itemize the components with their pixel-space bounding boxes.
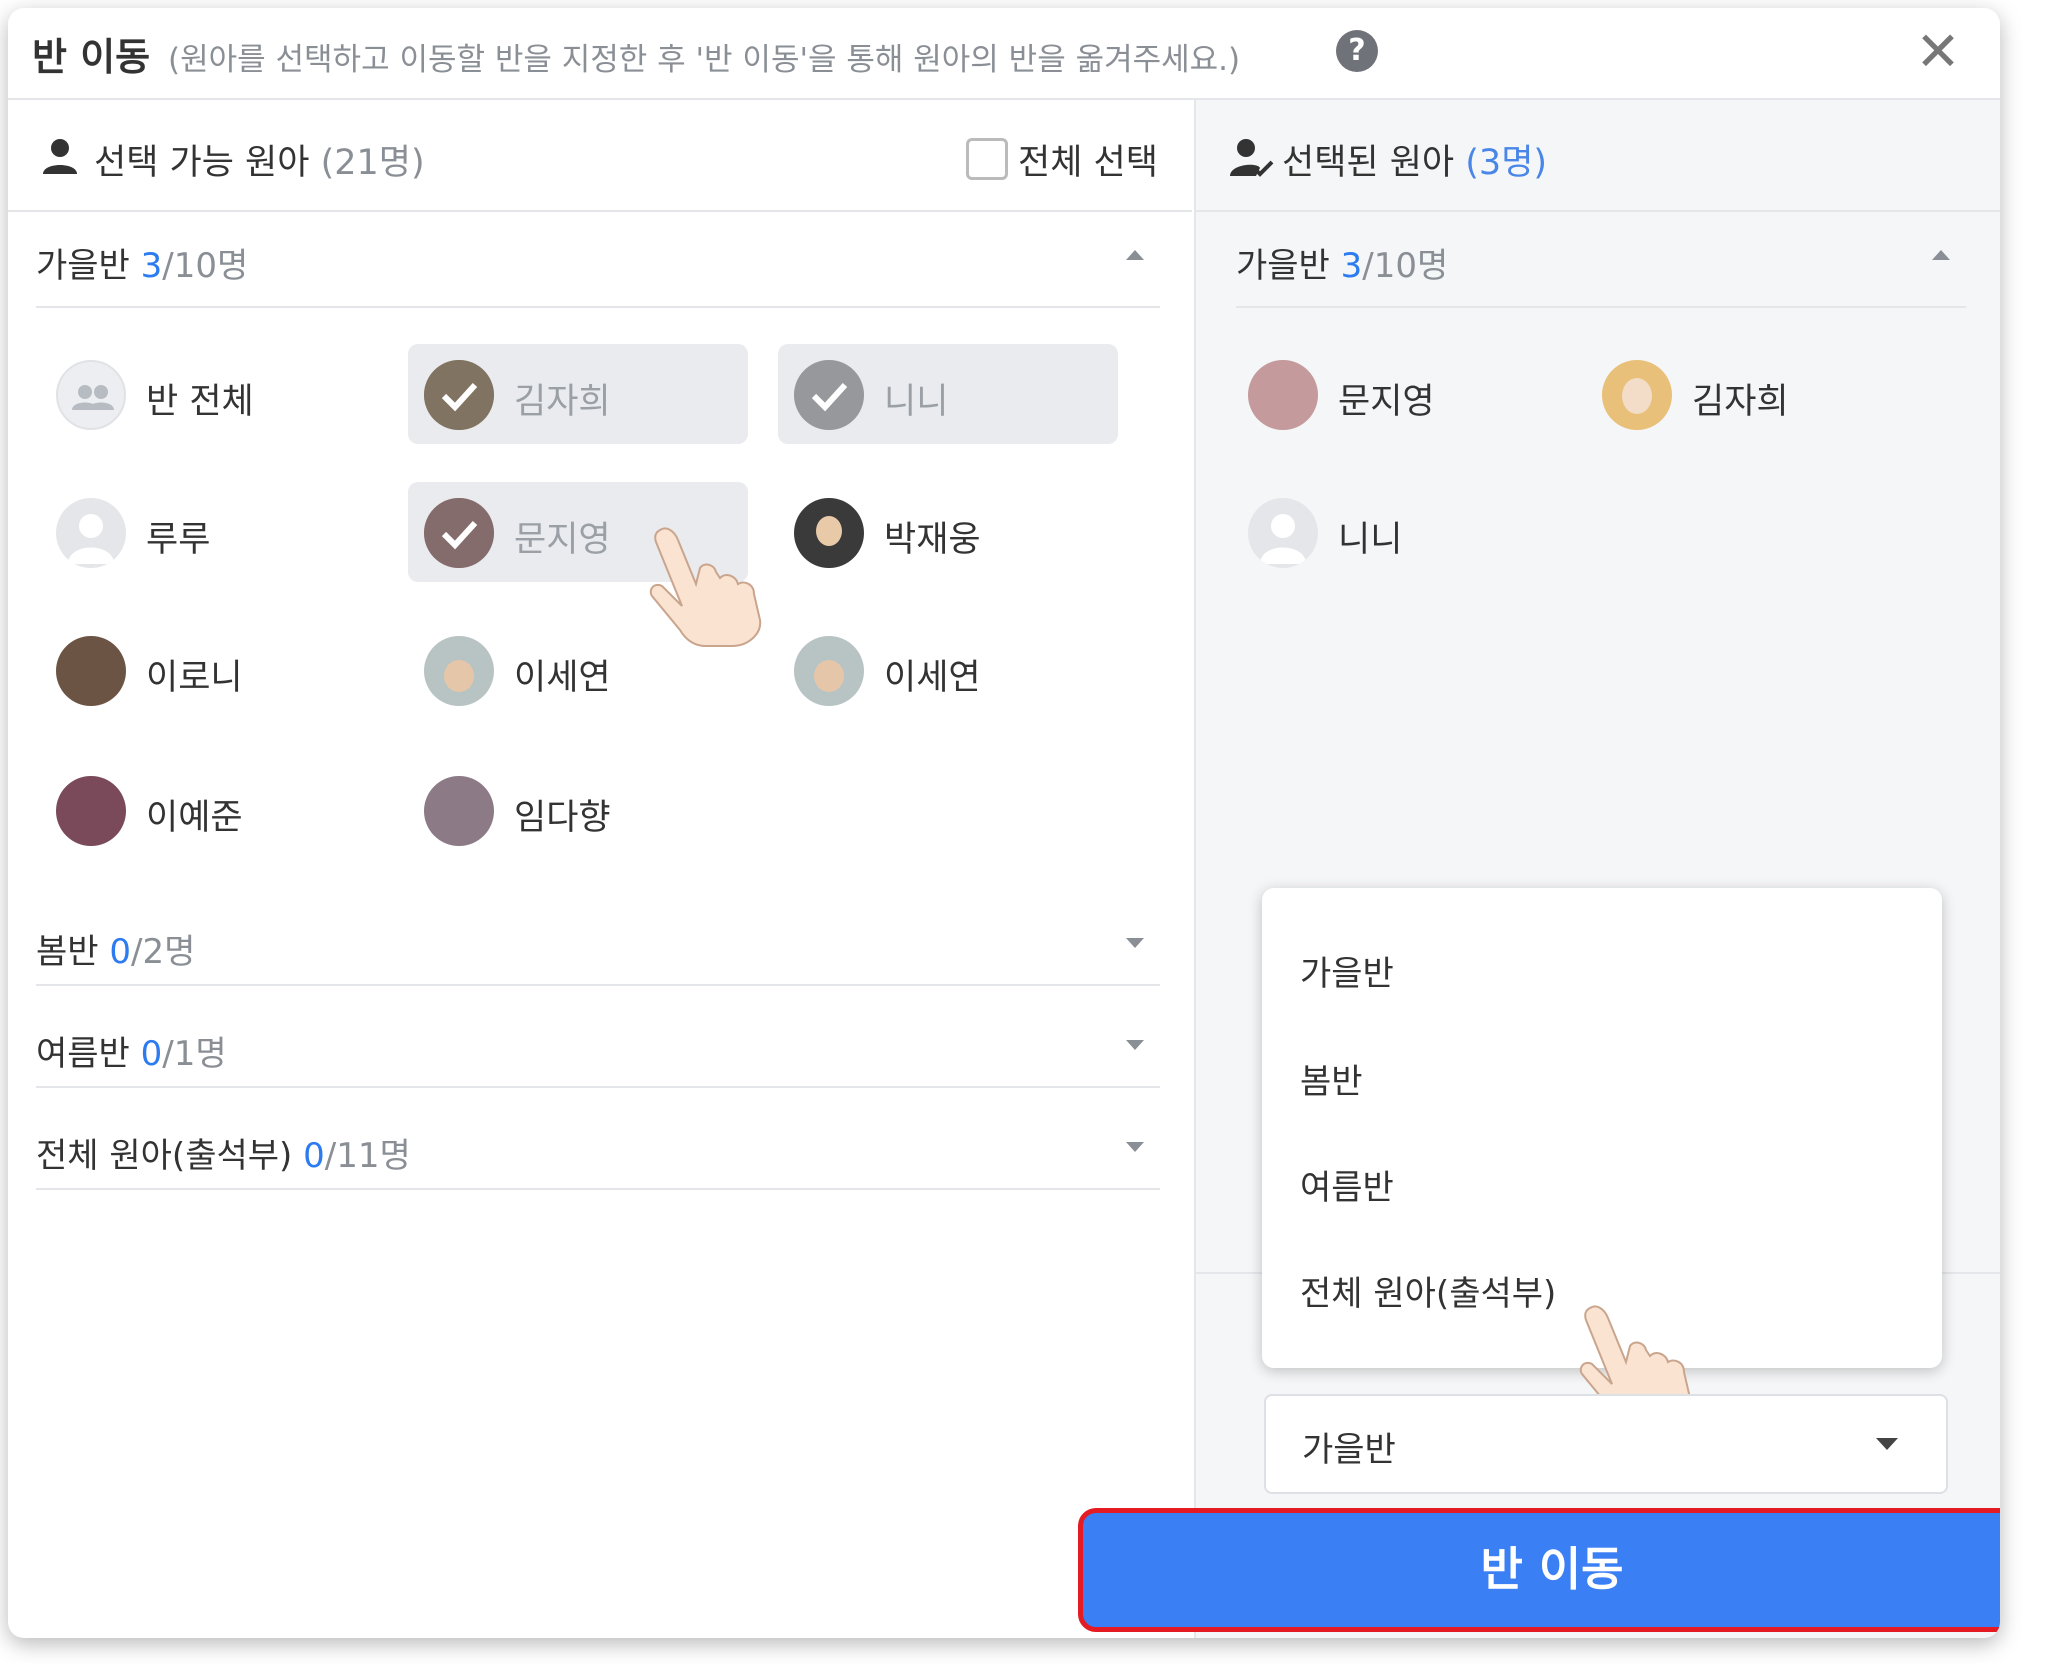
child-chip-selected[interactable]: 김자희 [408, 344, 748, 444]
child-chip-selected[interactable]: 니니 [778, 344, 1118, 444]
dropdown-option[interactable]: 가을반 [1300, 946, 1394, 995]
group-header-all-children[interactable]: 전체 원아(출석부) 0/11명 [36, 1088, 1160, 1190]
child-chip[interactable]: 이로니 [40, 620, 380, 720]
selected-header: 선택된 원아 (3명) [1196, 100, 2000, 212]
selected-count: (3명) [1465, 143, 1548, 183]
group-name: 여름반 [36, 1034, 130, 1074]
available-header: 선택 가능 원아 (21명) 전체 선택 [8, 100, 1192, 212]
group-total-count: /2명 [131, 932, 196, 972]
check-icon [794, 360, 864, 430]
chevron-down-icon[interactable] [1126, 938, 1144, 948]
group-selected-count: 3 [1340, 246, 1363, 286]
available-title-text: 선택 가능 원아 [94, 143, 310, 183]
group-label: 전체 원아(출석부) 0/11명 [36, 1128, 411, 1177]
child-name: 반 전체 [146, 382, 254, 422]
avatar [1248, 360, 1318, 430]
select-all-label[interactable]: 전체 선택 [1018, 134, 1158, 185]
child-name: 김자희 [514, 382, 611, 422]
child-name: 임다향 [514, 798, 611, 838]
child-name: 이세연 [884, 658, 981, 698]
child-name: 박재웅 [884, 520, 981, 560]
child-name: 문지영 [514, 520, 611, 560]
target-class-select[interactable]: 가을반 [1264, 1394, 1948, 1494]
group-label: 여름반 0/1명 [36, 1026, 227, 1075]
chevron-up-icon[interactable] [1932, 250, 1950, 260]
group-selected-count: 0 [303, 1136, 325, 1176]
selected-title-text: 선택된 원아 [1282, 143, 1455, 183]
group-total-count: /10명 [1362, 246, 1449, 286]
selected-child-chip[interactable]: 문지영 [1232, 344, 1572, 444]
available-count: (21명) [320, 143, 425, 183]
group-name: 가을반 [1236, 246, 1330, 286]
chevron-down-icon[interactable] [1126, 1040, 1144, 1050]
group-label: 봄반 0/2명 [36, 924, 195, 973]
default-avatar-icon [56, 498, 126, 568]
group-selected-count: 0 [109, 932, 132, 972]
group-label: 가을반 3/10명 [1236, 238, 1448, 287]
group-name: 전체 원아(출석부) [36, 1136, 293, 1176]
dialog-header: 반 이동 (원아를 선택하고 이동할 반을 지정한 후 '반 이동'을 통해 원… [8, 8, 2000, 100]
group-header-summer[interactable]: 여름반 0/1명 [36, 986, 1160, 1088]
check-icon [424, 360, 494, 430]
available-title: 선택 가능 원아 (21명) [94, 134, 425, 185]
group-name: 봄반 [36, 932, 99, 972]
group-total-count: /10명 [162, 246, 249, 286]
close-icon[interactable]: ✕ [1908, 22, 1968, 82]
dialog-description: (원아를 선택하고 이동할 반을 지정한 후 '반 이동'을 통해 원아의 반을… [168, 42, 1241, 78]
move-class-button[interactable]: 반 이동 [1078, 1508, 2000, 1632]
check-icon [424, 498, 494, 568]
avatar [56, 636, 126, 706]
avatar [56, 776, 126, 846]
child-chip[interactable]: 루루 [40, 482, 380, 582]
child-chip[interactable]: 임다향 [408, 760, 748, 860]
child-name: 니니 [1338, 520, 1403, 560]
select-value: 가을반 [1302, 1430, 1396, 1470]
child-name: 이로니 [146, 658, 243, 698]
child-chip[interactable]: 이예준 [40, 760, 380, 860]
child-chip[interactable]: 이세연 [778, 620, 1118, 720]
group-total-count: /1명 [162, 1034, 227, 1074]
default-avatar-icon [1248, 498, 1318, 568]
chevron-down-icon[interactable] [1126, 1142, 1144, 1152]
class-move-dialog: 반 이동 (원아를 선택하고 이동할 반을 지정한 후 '반 이동'을 통해 원… [8, 8, 2000, 1638]
child-name: 니니 [884, 382, 949, 422]
avatar [424, 636, 494, 706]
group-header-spring[interactable]: 봄반 0/2명 [36, 884, 1160, 986]
child-name: 김자희 [1692, 382, 1789, 422]
selected-child-chip[interactable]: 김자희 [1586, 344, 1926, 444]
avatar [1602, 360, 1672, 430]
child-name: 이예준 [146, 798, 243, 838]
chevron-down-icon[interactable] [1876, 1438, 1898, 1450]
selected-group-header-autumn[interactable]: 가을반 3/10명 [1236, 210, 1966, 308]
group-selected-count: 3 [140, 246, 163, 286]
available-children-panel: 선택 가능 원아 (21명) 전체 선택 가을반 3/10명 반 전체 김자희 … [8, 100, 1192, 1638]
help-icon[interactable]: ? [1336, 30, 1378, 72]
selected-title: 선택된 원아 (3명) [1282, 134, 1547, 185]
chevron-up-icon[interactable] [1126, 250, 1144, 260]
dropdown-option[interactable]: 전체 원아(출석부) [1300, 1266, 1556, 1315]
avatar [424, 776, 494, 846]
child-chip-all-class[interactable]: 반 전체 [40, 344, 380, 444]
child-name: 이세연 [514, 658, 611, 698]
dialog-title: 반 이동 [32, 35, 151, 79]
pointer-hand-icon [649, 527, 762, 647]
child-name: 루루 [146, 520, 211, 560]
group-selected-count: 0 [140, 1034, 163, 1074]
avatar [794, 636, 864, 706]
dropdown-option[interactable]: 봄반 [1300, 1054, 1363, 1103]
group-name: 가을반 [36, 246, 130, 286]
avatar [794, 498, 864, 568]
dropdown-option[interactable]: 여름반 [1300, 1160, 1394, 1209]
group-label: 가을반 3/10명 [36, 238, 248, 287]
person-icon [43, 139, 77, 174]
class-dropdown-menu: 가을반 봄반 여름반 전체 원아(출석부) [1262, 888, 1942, 1368]
person-check-icon [1230, 139, 1274, 177]
child-name: 문지영 [1338, 382, 1435, 422]
group-icon [56, 360, 126, 430]
group-total-count: /11명 [324, 1136, 411, 1176]
child-chip[interactable]: 박재웅 [778, 482, 1118, 582]
group-header-autumn[interactable]: 가을반 3/10명 [36, 210, 1160, 308]
selected-child-chip[interactable]: 니니 [1232, 482, 1572, 582]
select-all-checkbox[interactable] [966, 138, 1008, 180]
